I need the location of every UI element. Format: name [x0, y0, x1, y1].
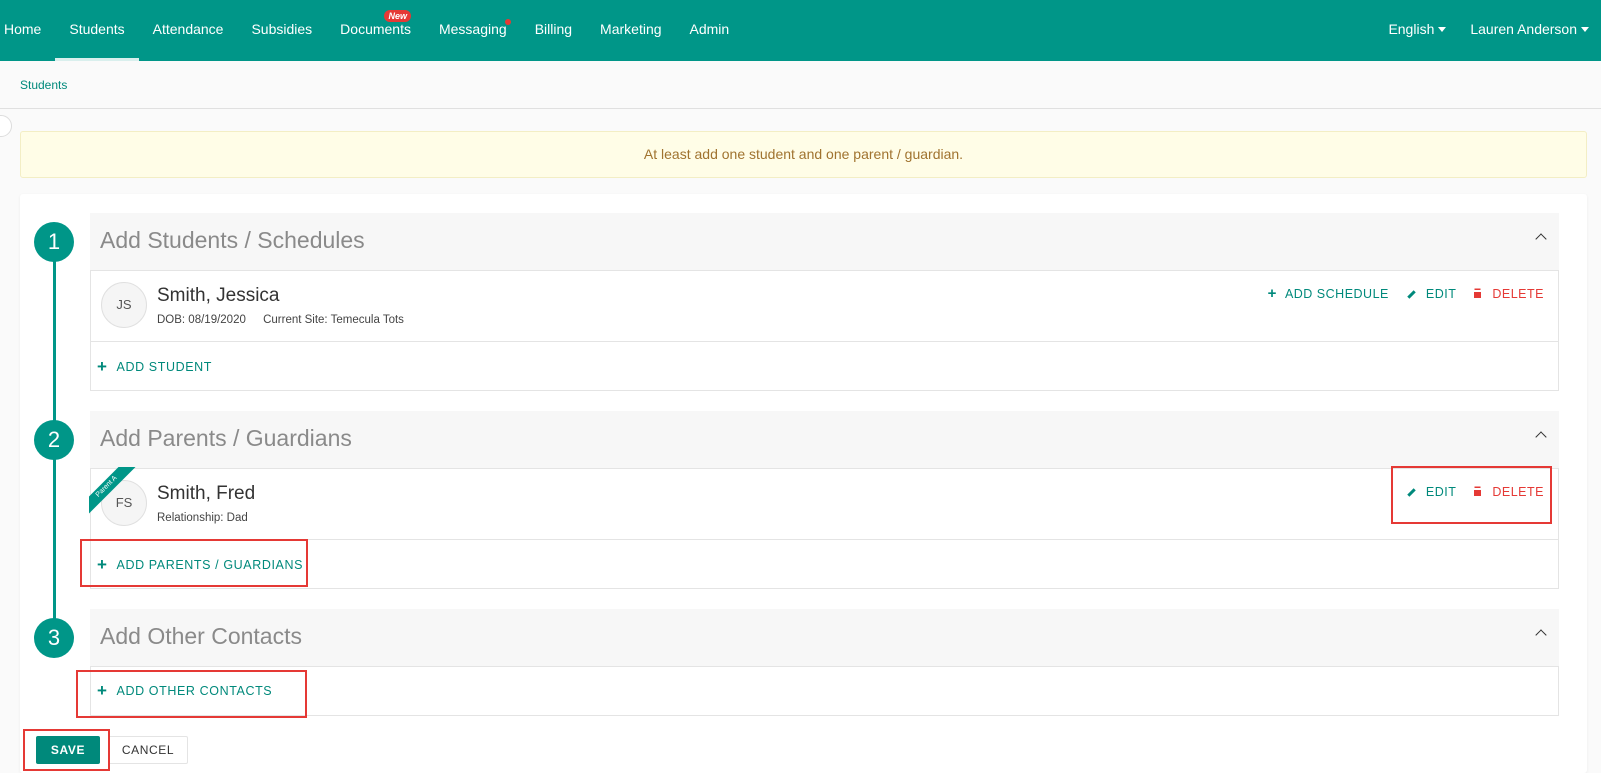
- student-dob: DOB: 08/19/2020: [157, 314, 246, 326]
- parent-meta: Relationship: Dad: [157, 512, 248, 524]
- nav-admin[interactable]: Admin: [676, 0, 744, 61]
- edit-parent-button[interactable]: EDIT: [1407, 485, 1456, 499]
- plus-icon: +: [1267, 285, 1277, 302]
- nav-home[interactable]: Home: [0, 0, 55, 61]
- delete-parent-button[interactable]: DELETE: [1474, 485, 1544, 499]
- nav-attendance-label: Attendance: [152, 21, 224, 37]
- parent-a-ribbon: Parent A: [89, 467, 141, 519]
- user-name: Lauren Anderson: [1470, 21, 1577, 37]
- edit-label: EDIT: [1425, 485, 1457, 499]
- student-meta: DOB: 08/19/2020 Current Site: Temecula T…: [157, 314, 404, 326]
- nav-marketing[interactable]: Marketing: [586, 0, 675, 61]
- add-contacts-label: ADD OTHER CONTACTS: [116, 684, 273, 698]
- step-2-indicator: 2: [34, 420, 74, 460]
- caret-down-icon: [1438, 26, 1447, 32]
- plus-icon: +: [97, 555, 108, 574]
- nav-subsidies-label: Subsidies: [251, 21, 313, 37]
- add-student-row: + ADD STUDENT: [91, 341, 1558, 390]
- step-3-indicator: 3: [34, 618, 74, 658]
- delete-label: DELETE: [1492, 287, 1544, 301]
- chevron-up-icon[interactable]: [1535, 233, 1547, 245]
- student-site: Current Site: Temecula Tots: [263, 314, 404, 326]
- nav-right: English Lauren Anderson: [1376, 0, 1601, 61]
- ribbon-label: Parent A: [89, 467, 137, 517]
- delete-student-button[interactable]: DELETE: [1474, 287, 1544, 301]
- section-parents-header[interactable]: Add Parents / Guardians: [90, 411, 1559, 468]
- nav-marketing-label: Marketing: [600, 21, 662, 37]
- student-name: Smith, Jessica: [157, 285, 280, 306]
- chevron-up-icon[interactable]: [1535, 431, 1547, 443]
- add-schedule-label: ADD SCHEDULE: [1284, 287, 1389, 301]
- add-student-button[interactable]: + ADD STUDENT: [97, 357, 213, 376]
- nav-students[interactable]: Students: [55, 0, 139, 61]
- plus-icon: +: [97, 681, 108, 700]
- nav-home-label: Home: [4, 21, 42, 37]
- section-students-header[interactable]: Add Students / Schedules: [90, 213, 1559, 270]
- delete-label: DELETE: [1492, 485, 1544, 499]
- breadcrumb-bar: Students: [0, 61, 1601, 109]
- nav-billing-label: Billing: [534, 21, 573, 37]
- add-schedule-button[interactable]: + ADD SCHEDULE: [1267, 285, 1389, 302]
- section-students-title: Add Students / Schedules: [100, 227, 365, 253]
- edit-label: EDIT: [1425, 287, 1457, 301]
- nav-subsidies[interactable]: Subsidies: [237, 0, 326, 61]
- cancel-button[interactable]: CANCEL: [108, 736, 188, 764]
- students-panel: JS Smith, Jessica DOB: 08/19/2020 Curren…: [90, 270, 1559, 391]
- student-actions: + ADD SCHEDULE EDIT DELETE: [1250, 285, 1544, 302]
- top-navbar: Home Students Attendance Subsidies Docum…: [0, 0, 1601, 61]
- nav-messaging-label: Messaging: [438, 21, 507, 37]
- nav-billing[interactable]: Billing: [521, 0, 586, 61]
- parent-row: FS Parent A Smith, Fred Relationship: Da…: [89, 467, 1558, 539]
- edit-student-button[interactable]: EDIT: [1407, 287, 1456, 301]
- contacts-panel: + ADD OTHER CONTACTS: [90, 666, 1559, 716]
- plus-icon: +: [97, 357, 108, 376]
- parent-actions: EDIT DELETE: [1389, 485, 1544, 499]
- sidebar-toggle-button[interactable]: [0, 115, 12, 137]
- language-dropdown[interactable]: English: [1376, 0, 1458, 61]
- caret-down-icon: [1581, 26, 1589, 32]
- step-1-indicator: 1: [34, 222, 74, 262]
- add-parent-row: + ADD PARENTS / GUARDIANS: [91, 539, 1558, 588]
- add-parents-label: ADD PARENTS / GUARDIANS: [116, 558, 304, 572]
- add-parents-button[interactable]: + ADD PARENTS / GUARDIANS: [97, 555, 304, 574]
- language-label: English: [1388, 21, 1435, 37]
- trash-icon: [1474, 290, 1482, 298]
- student-row: JS Smith, Jessica DOB: 08/19/2020 Curren…: [91, 271, 1558, 341]
- notification-dot: [504, 19, 511, 25]
- parent-relationship: Relationship: Dad: [157, 512, 248, 524]
- avatar: JS: [101, 282, 147, 328]
- pencil-icon: [1407, 487, 1416, 497]
- chevron-up-icon[interactable]: [1535, 629, 1547, 641]
- add-student-label: ADD STUDENT: [116, 360, 213, 374]
- section-contacts-header[interactable]: Add Other Contacts: [90, 609, 1559, 666]
- parents-panel: FS Parent A Smith, Fred Relationship: Da…: [89, 467, 1559, 589]
- pencil-icon: [1407, 289, 1416, 299]
- nav-attendance[interactable]: Attendance: [139, 0, 238, 61]
- nav-admin-label: Admin: [689, 21, 730, 37]
- new-badge: New: [384, 10, 411, 22]
- user-menu[interactable]: Lauren Anderson: [1458, 0, 1601, 61]
- section-contacts-title: Add Other Contacts: [100, 623, 302, 649]
- section-parents-title: Add Parents / Guardians: [100, 425, 352, 451]
- save-button[interactable]: SAVE: [36, 736, 100, 764]
- nav-documents[interactable]: Documents New: [326, 0, 425, 61]
- breadcrumb-students[interactable]: Students: [20, 78, 67, 92]
- warning-alert: At least add one student and one parent …: [20, 131, 1587, 178]
- trash-icon: [1474, 488, 1482, 496]
- add-other-contacts-button[interactable]: + ADD OTHER CONTACTS: [97, 681, 273, 700]
- parent-name: Smith, Fred: [157, 483, 256, 504]
- nav-messaging[interactable]: Messaging: [425, 0, 521, 61]
- nav-documents-label: Documents: [340, 21, 411, 37]
- nav-students-label: Students: [69, 21, 125, 37]
